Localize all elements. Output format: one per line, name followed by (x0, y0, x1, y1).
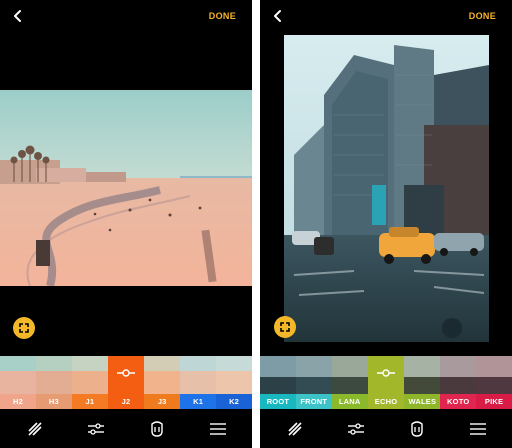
filter-label: H2 (0, 394, 36, 409)
filter-strip: ROOT FRONT LANA ECHO WALES KOTO PIKE (260, 356, 512, 409)
filter-h3[interactable]: H3 (35, 356, 72, 409)
text-icon[interactable] (207, 418, 229, 440)
top-bar: DONE (260, 0, 512, 34)
mask-icon[interactable] (146, 418, 168, 440)
adjust-icon[interactable] (85, 418, 107, 440)
filter-label: ECHO (367, 394, 405, 409)
filter-label: WALES (404, 394, 441, 409)
done-button[interactable]: DONE (209, 11, 236, 21)
filter-j2-selected[interactable]: J2 (107, 356, 145, 409)
filter-thumbnail (295, 356, 332, 394)
filter-wales[interactable]: WALES (404, 356, 441, 409)
right-editor-screen: DONE ROOT FRONT LANA ECHO WALES KOTO PIK… (260, 0, 512, 448)
filter-thumbnail (216, 356, 252, 394)
done-button[interactable]: DONE (469, 11, 496, 21)
filter-strip: H2 H3 J1 J2 J3 K1 K2 (0, 356, 252, 409)
filter-label: J3 (144, 394, 181, 409)
filter-j1[interactable]: J1 (71, 356, 108, 409)
filter-thumbnail (35, 356, 72, 394)
photo-canvas (284, 35, 489, 342)
filter-thumbnail (404, 356, 441, 394)
filters-icon[interactable] (284, 418, 306, 440)
filter-front[interactable]: FRONT (295, 356, 332, 409)
beach-photo (0, 90, 252, 288)
filter-thumbnail (180, 356, 217, 394)
bottom-toolbar (0, 409, 252, 448)
filter-label: K1 (180, 394, 217, 409)
filter-thumbnail (71, 356, 108, 394)
filter-label: PIKE (476, 394, 512, 409)
mask-icon[interactable] (406, 418, 428, 440)
filter-thumbnail (144, 356, 181, 394)
back-icon[interactable] (272, 8, 288, 26)
filter-label: H3 (35, 394, 72, 409)
filter-label: K2 (216, 394, 252, 409)
crop-button[interactable] (13, 317, 35, 339)
adjust-icon[interactable] (345, 418, 367, 440)
filter-root[interactable]: ROOT (260, 356, 296, 409)
crop-button[interactable] (274, 316, 296, 338)
filter-pike[interactable]: PIKE (476, 356, 512, 409)
city-photo (284, 35, 489, 342)
filter-k2[interactable]: K2 (216, 356, 252, 409)
filter-label: ROOT (260, 394, 296, 409)
bottom-toolbar (260, 409, 512, 448)
filter-label: LANA (331, 394, 368, 409)
filter-label: J1 (71, 394, 108, 409)
crop-icon (280, 322, 290, 332)
filter-lana[interactable]: LANA (331, 356, 368, 409)
filter-thumbnail (331, 356, 368, 394)
back-icon[interactable] (12, 8, 28, 26)
filter-thumbnail (0, 356, 36, 394)
filter-label: KOTO (440, 394, 477, 409)
filter-h2[interactable]: H2 (0, 356, 36, 409)
adjust-strength-icon[interactable] (376, 368, 396, 378)
filter-label: J2 (107, 394, 145, 409)
filter-k1[interactable]: K1 (180, 356, 217, 409)
filter-thumbnail (260, 356, 296, 394)
crop-icon (19, 323, 29, 333)
filter-j3[interactable]: J3 (144, 356, 181, 409)
top-bar: DONE (0, 0, 252, 34)
filter-thumbnail (440, 356, 477, 394)
left-editor-screen: DONE H2 H3 J1 J2 J3 K1 K2 (0, 0, 252, 448)
adjust-strength-icon[interactable] (116, 368, 136, 378)
filter-label: FRONT (295, 394, 332, 409)
filters-icon[interactable] (24, 418, 46, 440)
text-icon[interactable] (467, 418, 489, 440)
filter-koto[interactable]: KOTO (440, 356, 477, 409)
filter-thumbnail (476, 356, 512, 394)
photo-canvas (0, 90, 252, 288)
filter-echo-selected[interactable]: ECHO (367, 356, 405, 409)
